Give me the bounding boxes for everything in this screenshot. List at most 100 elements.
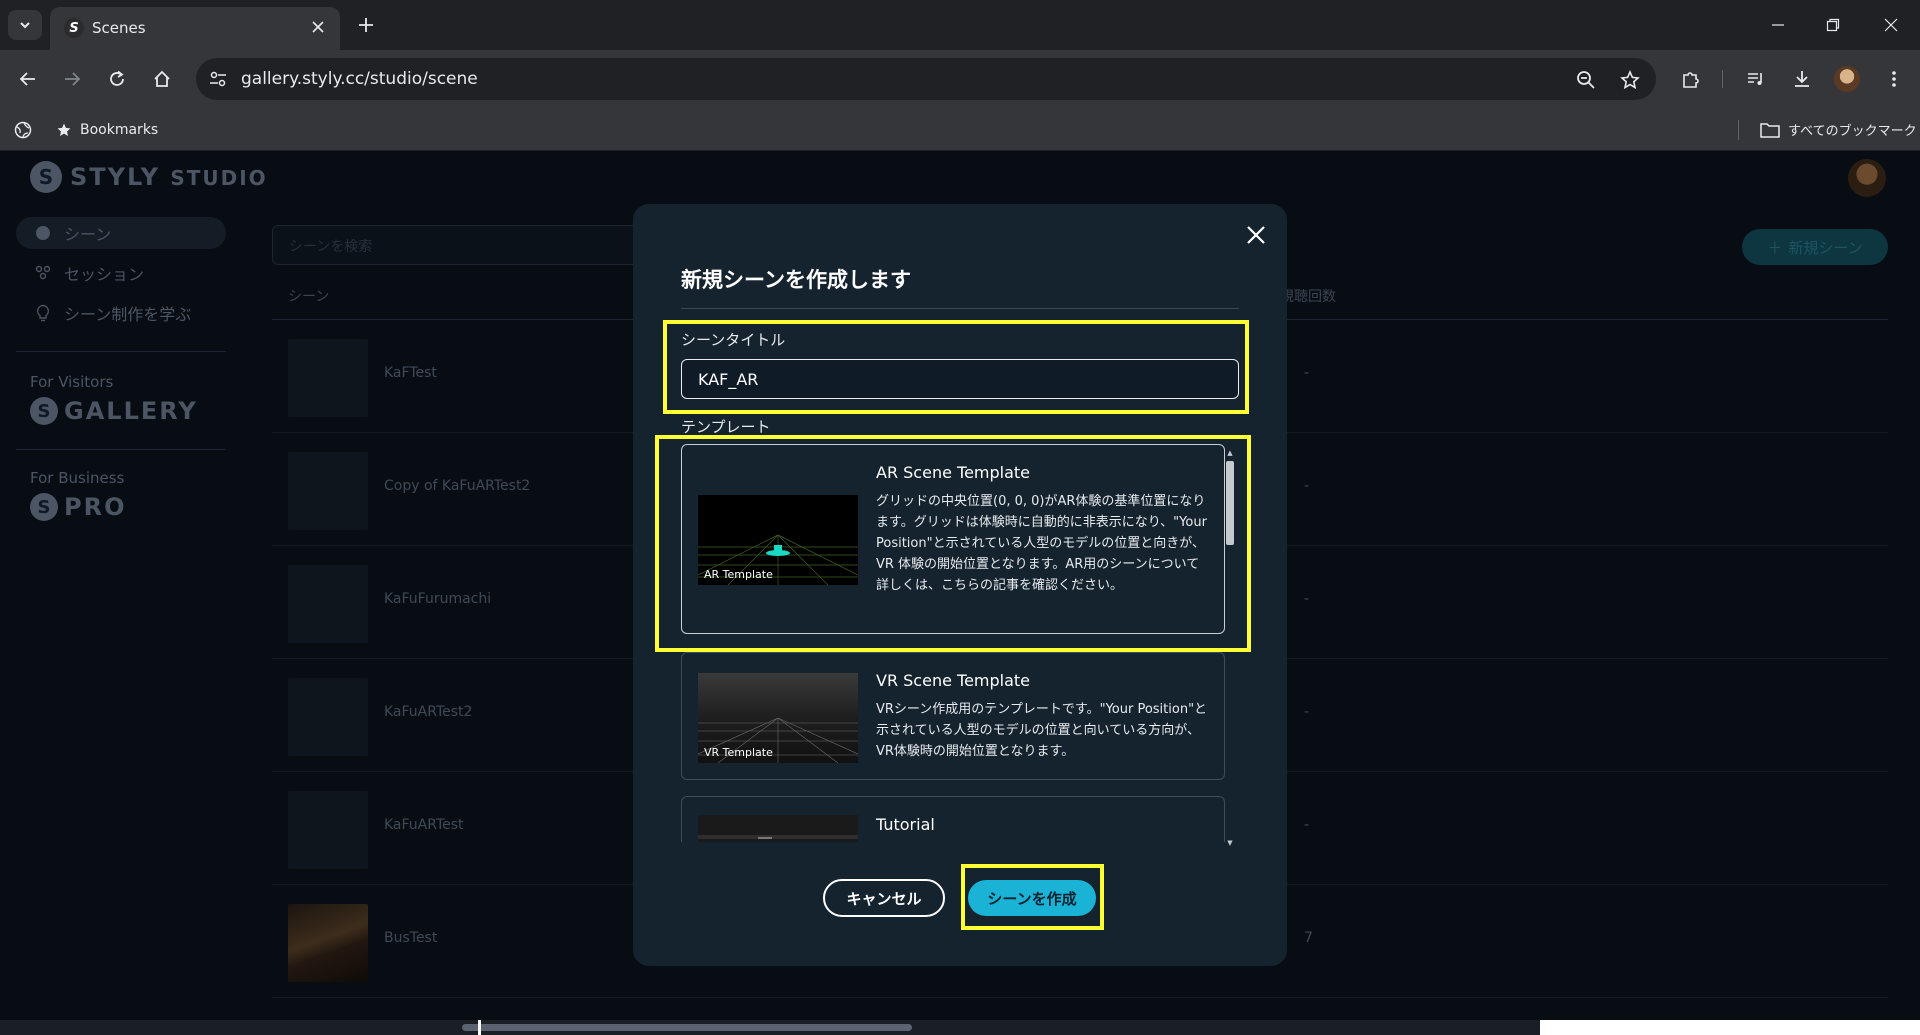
new-tab-button[interactable] bbox=[353, 12, 379, 38]
template-card-vr[interactable]: VR Template VR Scene Template VRシーン作成用のテ… bbox=[681, 652, 1225, 780]
dialog-divider bbox=[681, 308, 1239, 309]
template-list-scrollbar[interactable]: ▲ ▼ bbox=[1226, 449, 1234, 847]
scene-thumbnail bbox=[288, 565, 368, 643]
scene-views: - bbox=[1304, 591, 1310, 607]
styly-logo-icon: S bbox=[30, 161, 62, 193]
bookmark-globe[interactable] bbox=[14, 108, 32, 151]
pro-label: PRO bbox=[64, 493, 127, 521]
minimize-button[interactable] bbox=[1763, 12, 1793, 38]
scene-views: 7 bbox=[1304, 930, 1313, 946]
sidebar-item-scenes[interactable]: シーン bbox=[16, 217, 226, 249]
scene-name: BusTest bbox=[384, 930, 438, 946]
arrow-right-icon bbox=[65, 72, 81, 86]
sidebar-item-label: シーン制作を学ぶ bbox=[64, 305, 192, 324]
scene-thumbnail bbox=[288, 904, 368, 982]
for-visitors-label: For Visitors bbox=[30, 373, 114, 391]
forward-button[interactable] bbox=[58, 65, 86, 93]
extensions-button[interactable] bbox=[1677, 65, 1705, 93]
styly-studio-logo[interactable]: S STYLY STUDIO bbox=[30, 161, 268, 193]
tutorial-image bbox=[698, 815, 858, 842]
arrow-left-icon bbox=[19, 72, 35, 86]
scene-title-label: シーンタイトル bbox=[681, 331, 786, 349]
gallery-logo-icon: S bbox=[30, 397, 58, 425]
template-card-ar[interactable]: AR Template AR Scene Template グリッドの中央位置(… bbox=[681, 444, 1225, 634]
scene-thumbnail bbox=[288, 678, 368, 756]
gallery-link[interactable]: S GALLERY bbox=[30, 397, 198, 425]
sidebar: シーン セッション シーン制作を学ぶ bbox=[16, 217, 226, 337]
scene-thumbnail bbox=[288, 452, 368, 530]
text-cursor bbox=[478, 1020, 481, 1035]
back-button[interactable] bbox=[14, 65, 42, 93]
all-bookmarks-folder[interactable]: すべてのブックマーク bbox=[1760, 108, 1917, 151]
for-business-label: For Business bbox=[30, 469, 125, 487]
tab-search-button[interactable] bbox=[8, 10, 42, 40]
people-icon bbox=[35, 265, 51, 280]
bookmark-star-button[interactable] bbox=[1618, 68, 1642, 92]
template-list[interactable]: AR Template AR Scene Template グリッドの中央位置(… bbox=[681, 444, 1241, 842]
user-avatar[interactable] bbox=[1848, 159, 1886, 197]
close-icon bbox=[1247, 226, 1265, 244]
template-thumbnail-vr: VR Template bbox=[698, 673, 858, 763]
sidebar-item-sessions[interactable]: セッション bbox=[16, 257, 226, 289]
bookmarks-bar: Bookmarks すべてのブックマーク bbox=[0, 108, 1920, 151]
sidebar-item-learn[interactable]: シーン制作を学ぶ bbox=[16, 297, 226, 329]
reload-button[interactable] bbox=[103, 65, 131, 93]
restore-icon bbox=[1826, 18, 1840, 32]
close-icon bbox=[312, 21, 324, 33]
plus-icon: ＋ bbox=[1767, 238, 1783, 257]
star-filled-icon bbox=[57, 123, 71, 136]
column-header-scene: シーン bbox=[288, 289, 330, 305]
gallery-label: GALLERY bbox=[64, 397, 198, 425]
browser-menu-button[interactable] bbox=[1880, 65, 1908, 93]
address-bar[interactable]: gallery.styly.cc/studio/scene bbox=[196, 58, 1656, 100]
home-button[interactable] bbox=[148, 65, 176, 93]
scene-views: - bbox=[1304, 478, 1310, 494]
minimize-icon bbox=[1772, 24, 1784, 26]
template-caption: AR Template bbox=[704, 568, 773, 581]
dialog-close-button[interactable] bbox=[1243, 222, 1269, 248]
search-placeholder: シーンを検索 bbox=[289, 239, 373, 255]
toolbar-divider bbox=[1722, 70, 1723, 88]
scene-views: - bbox=[1304, 365, 1310, 381]
tab-title: Scenes bbox=[92, 19, 146, 37]
new-scene-button[interactable]: ＋ 新規シーン bbox=[1742, 229, 1888, 265]
scene-name: Copy of KaFuARTest2 bbox=[384, 478, 531, 494]
column-header-views: 視聴回数 bbox=[1280, 289, 1336, 305]
downloads-button[interactable] bbox=[1788, 65, 1816, 93]
home-icon bbox=[154, 70, 170, 87]
globe-icon bbox=[14, 121, 32, 138]
scene-views: - bbox=[1304, 817, 1310, 833]
media-controls-button[interactable] bbox=[1742, 65, 1770, 93]
template-thumbnail-tutorial bbox=[698, 815, 858, 842]
url-text: gallery.styly.cc/studio/scene bbox=[241, 69, 478, 89]
zoom-icon[interactable] bbox=[1574, 68, 1598, 92]
template-name: VR Scene Template bbox=[876, 671, 1031, 690]
sidebar-divider bbox=[16, 449, 226, 450]
scrollbar-thumb[interactable] bbox=[462, 1024, 912, 1031]
cancel-button[interactable]: キャンセル bbox=[823, 879, 945, 917]
pro-link[interactable]: S PRO bbox=[30, 493, 126, 521]
bulb-icon bbox=[36, 304, 50, 322]
sidebar-divider bbox=[16, 351, 226, 352]
all-bookmarks-label: すべてのブックマーク bbox=[1788, 124, 1917, 139]
scroll-down-icon[interactable]: ▼ bbox=[1226, 839, 1234, 847]
bookmarks-folder[interactable]: Bookmarks bbox=[56, 108, 158, 151]
tab-close-button[interactable] bbox=[308, 17, 328, 37]
site-info-icon[interactable] bbox=[206, 68, 230, 90]
window-close-button[interactable] bbox=[1876, 12, 1906, 38]
restore-button[interactable] bbox=[1818, 12, 1848, 38]
tune-icon bbox=[210, 71, 226, 87]
sidebar-item-label: シーン bbox=[64, 225, 112, 244]
scene-title-input[interactable] bbox=[681, 359, 1239, 399]
browser-tab[interactable]: S Scenes bbox=[50, 7, 340, 50]
pro-logo-icon: S bbox=[30, 493, 58, 521]
template-card-tutorial[interactable]: Tutorial bbox=[681, 796, 1225, 842]
scene-search-input[interactable]: シーンを検索 bbox=[272, 225, 652, 265]
horizontal-scrollbar[interactable] bbox=[0, 1020, 1540, 1035]
new-scene-dialog: 新規シーンを作成します シーンタイトル テンプレート AR Template bbox=[633, 204, 1287, 966]
bookmarks-divider bbox=[1738, 120, 1739, 140]
profile-avatar[interactable] bbox=[1834, 66, 1860, 92]
scrollbar-thumb[interactable] bbox=[1226, 461, 1234, 545]
scroll-up-icon[interactable]: ▲ bbox=[1226, 449, 1234, 457]
create-scene-button[interactable]: シーンを作成 bbox=[968, 880, 1096, 916]
